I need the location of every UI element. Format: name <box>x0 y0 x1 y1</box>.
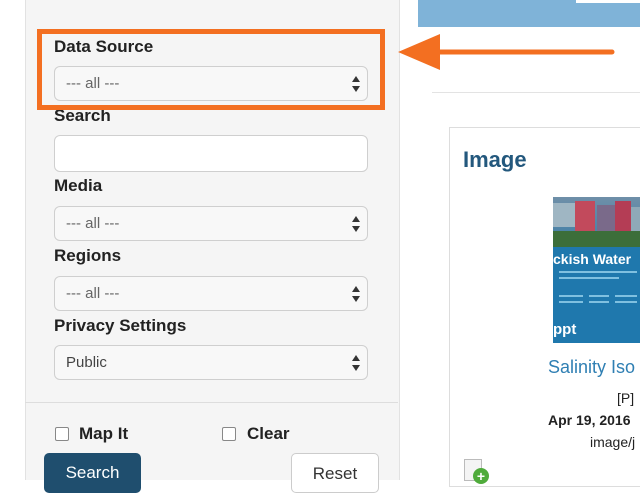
clear-checkbox[interactable] <box>222 427 236 441</box>
privacy-settings-value: Public <box>66 354 107 371</box>
result-thumbnail[interactable]: ckish Water ppt <box>553 197 640 343</box>
right-header-bar <box>418 0 640 27</box>
select-arrows-icon <box>352 216 360 232</box>
search-button[interactable]: Search <box>44 453 141 493</box>
reset-button[interactable]: Reset <box>291 453 379 493</box>
thumbnail-title-text: ckish Water <box>553 251 632 267</box>
regions-select[interactable]: --- all --- <box>54 276 368 311</box>
thumbnail-footer-text: ppt <box>553 321 576 338</box>
regions-label: Regions <box>54 246 122 265</box>
select-arrows-icon <box>352 355 360 371</box>
result-card-heading: Image <box>463 147 527 172</box>
left-arrow-icon <box>398 34 615 70</box>
media-label: Media <box>54 176 103 195</box>
media-select[interactable]: --- all --- <box>54 206 368 241</box>
result-mime-type: image/j <box>590 434 636 450</box>
map-it-label: Map It <box>79 424 129 443</box>
media-value: --- all --- <box>66 215 120 232</box>
clear-label: Clear <box>247 424 290 443</box>
panel-divider <box>25 402 398 403</box>
privacy-settings-label: Privacy Settings <box>54 316 187 335</box>
result-title-link[interactable]: Salinity Iso <box>548 357 635 378</box>
map-it-checkbox[interactable] <box>55 427 69 441</box>
highlight-box <box>37 29 385 110</box>
right-header-field[interactable] <box>576 0 640 3</box>
result-type-badge: [P] <box>617 390 635 406</box>
add-icon[interactable]: + <box>473 468 489 484</box>
regions-value: --- all --- <box>66 285 120 302</box>
search-input[interactable] <box>54 135 368 172</box>
right-divider <box>432 92 640 93</box>
privacy-settings-select[interactable]: Public <box>54 345 368 380</box>
select-arrows-icon <box>352 286 360 302</box>
result-date: Apr 19, 2016 <box>548 412 631 428</box>
thumbnail-image: ckish Water ppt <box>553 197 640 343</box>
